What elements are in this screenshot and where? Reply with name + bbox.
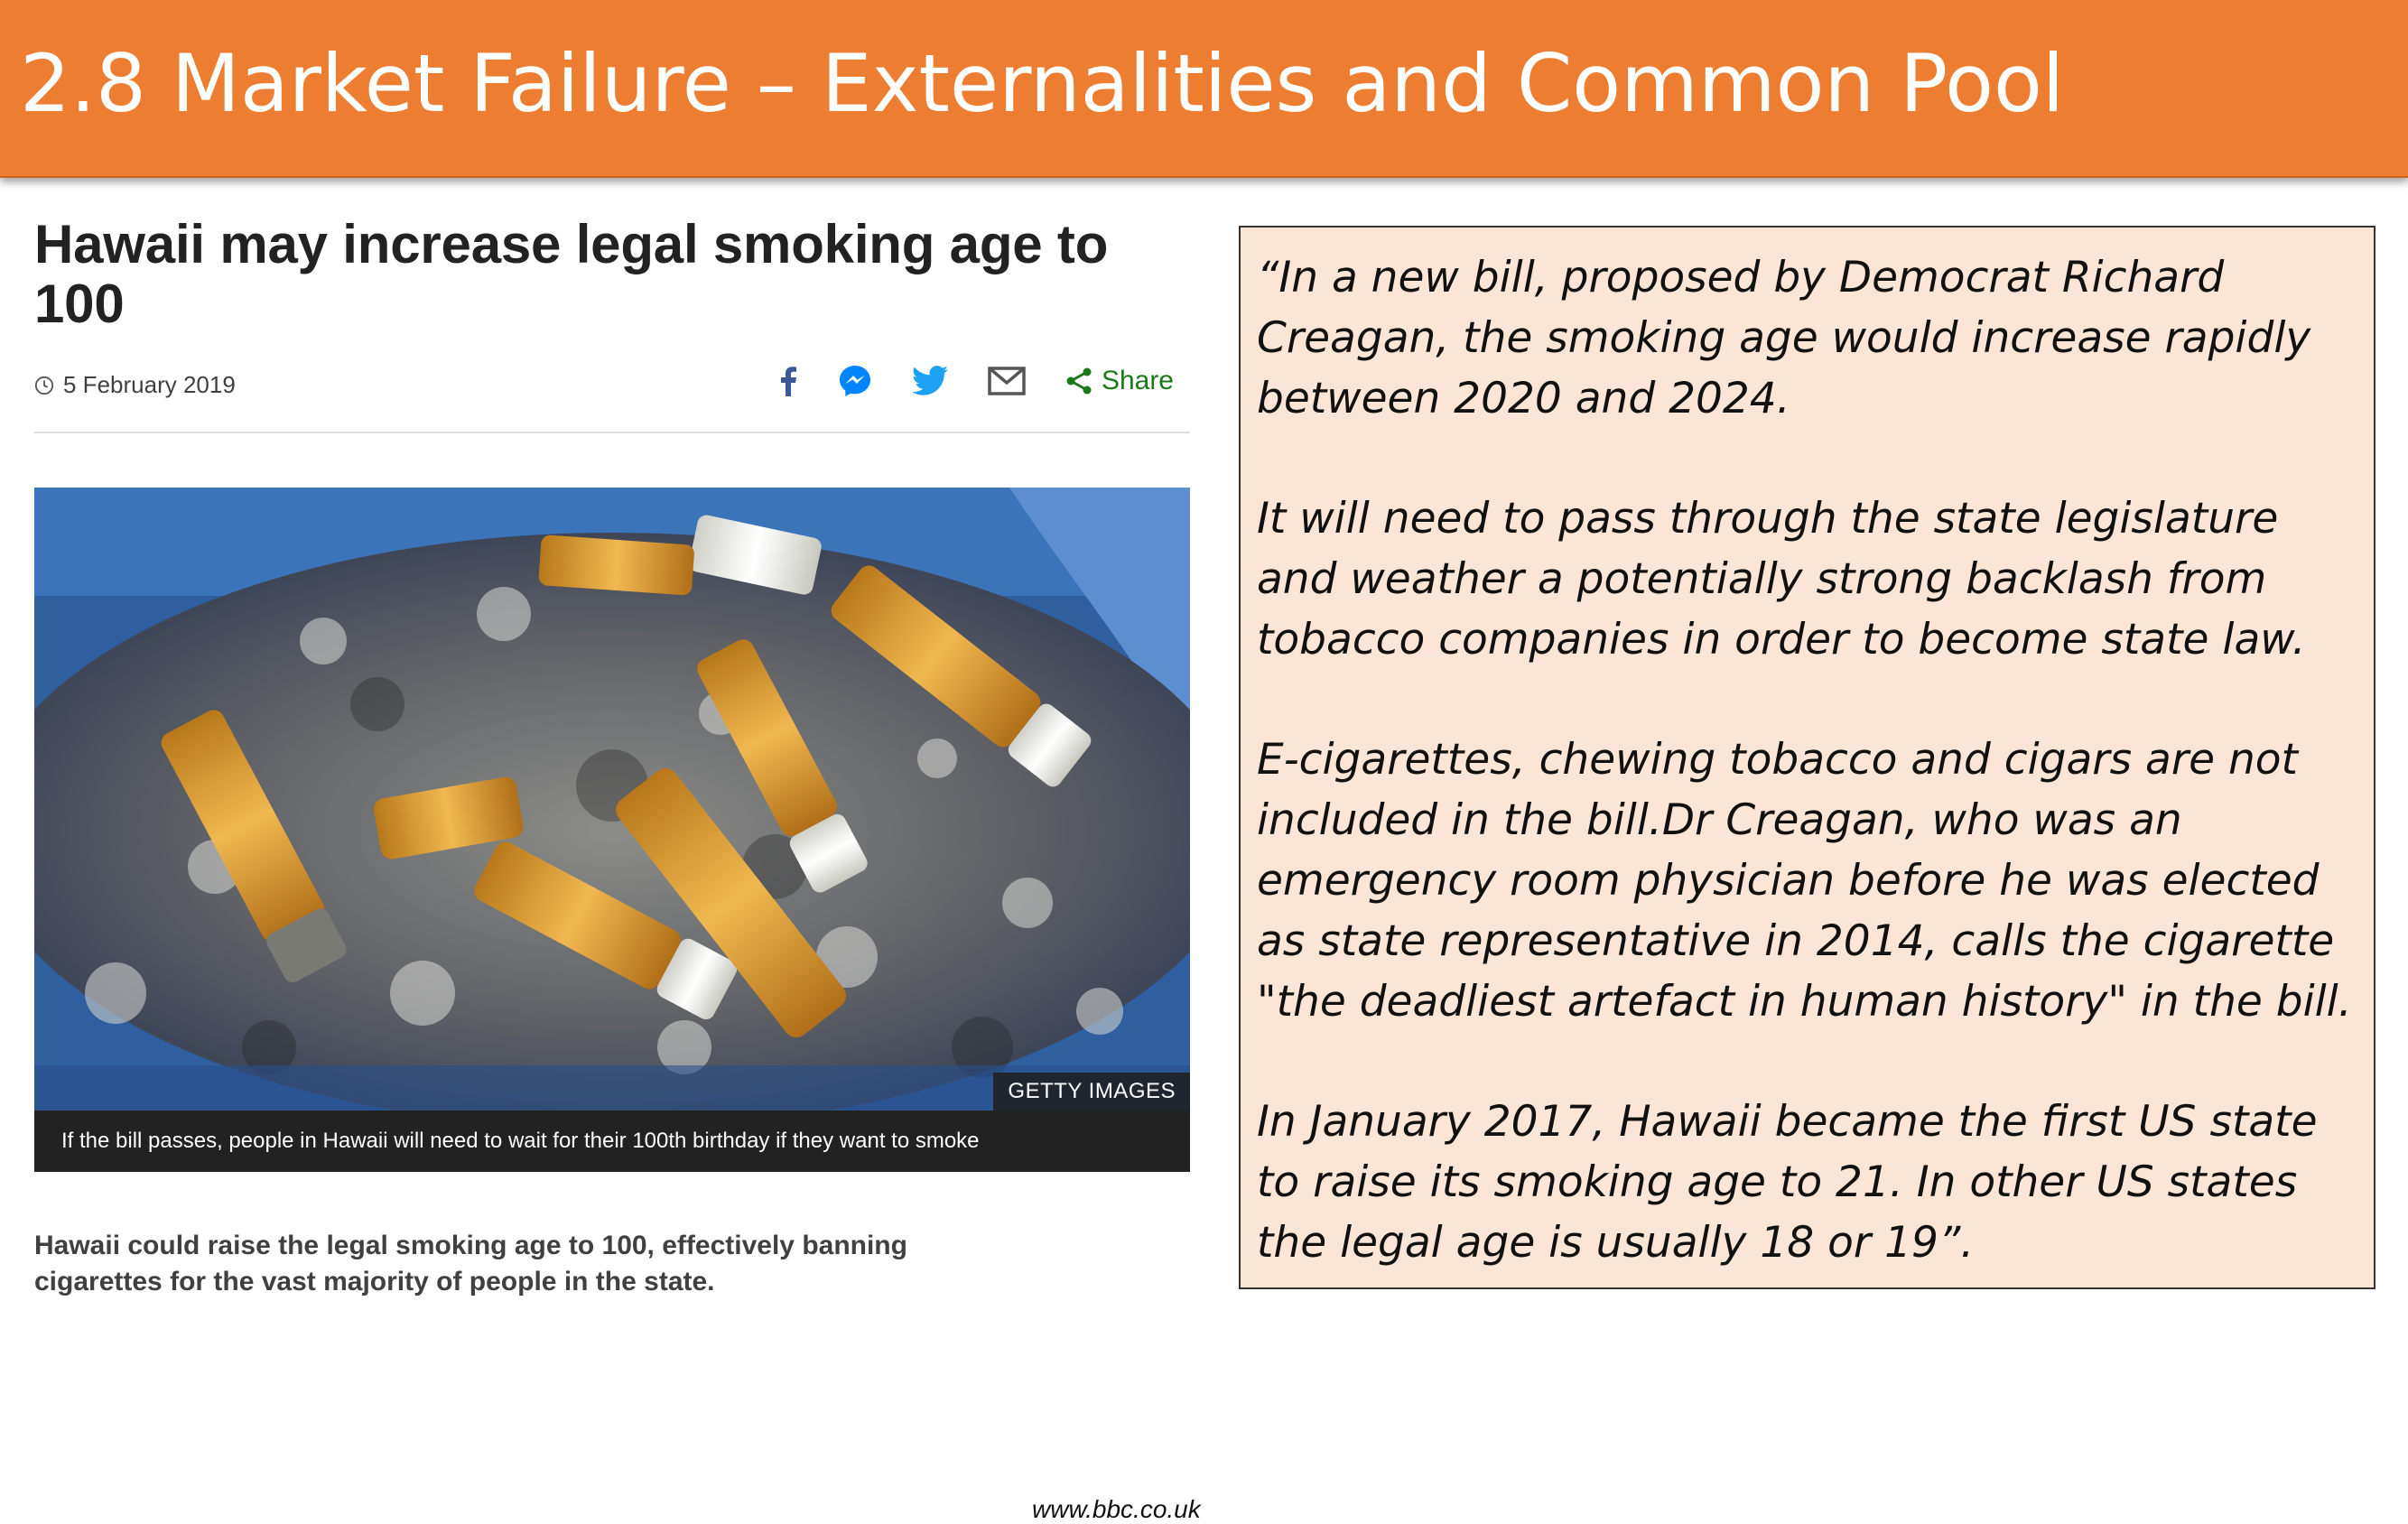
article-headline: Hawaii may increase legal smoking age to… <box>34 214 1109 334</box>
share-toolbar: Share <box>778 364 1174 398</box>
cigarette-butts-illustration <box>34 488 1190 1110</box>
news-article: Hawaii may increase legal smoking age to… <box>34 214 1201 1523</box>
image-credit: GETTY IMAGES <box>993 1073 1190 1110</box>
article-divider <box>34 432 1190 433</box>
facebook-icon[interactable] <box>778 366 798 396</box>
image-caption: If the bill passes, people in Hawaii wil… <box>61 1129 980 1153</box>
image-caption-bar: If the bill passes, people in Hawaii wil… <box>34 1110 1190 1172</box>
quote-box: “In a new bill, proposed by Democrat Ric… <box>1239 226 2375 1289</box>
article-summary: Hawaii could raise the legal smoking age… <box>34 1231 907 1296</box>
quote-paragraph-4: In January 2017, Hawaii became the first… <box>1257 1097 2318 1268</box>
twitter-icon[interactable] <box>911 366 948 396</box>
clock-icon <box>34 376 54 395</box>
email-icon[interactable] <box>988 367 1026 395</box>
share-button[interactable]: Share <box>1065 366 1174 396</box>
quote-paragraph-2: It will need to pass through the state l… <box>1257 494 2306 664</box>
date-text: 5 February 2019 <box>63 371 236 398</box>
title-bar: 2.8 Market Failure – Externalities and C… <box>0 0 2408 178</box>
quote-paragraph-1: “In a new bill, proposed by Democrat Ric… <box>1257 253 2311 423</box>
article-meta: 5 February 2019 Share <box>34 364 1190 409</box>
messenger-icon[interactable] <box>838 364 872 398</box>
quote-paragraph-3: E-cigarettes, chewing tobacco and cigars… <box>1257 735 2352 1027</box>
slide-title: 2.8 Market Failure – Externalities and C… <box>20 37 2065 130</box>
ashtray-photo: GETTY IMAGES <box>34 488 1190 1110</box>
source-link[interactable]: www.bbc.co.uk <box>1032 1495 1201 1524</box>
share-icon <box>1066 367 1092 395</box>
article-date: 5 February 2019 <box>34 371 236 399</box>
share-label: Share <box>1101 366 1174 395</box>
